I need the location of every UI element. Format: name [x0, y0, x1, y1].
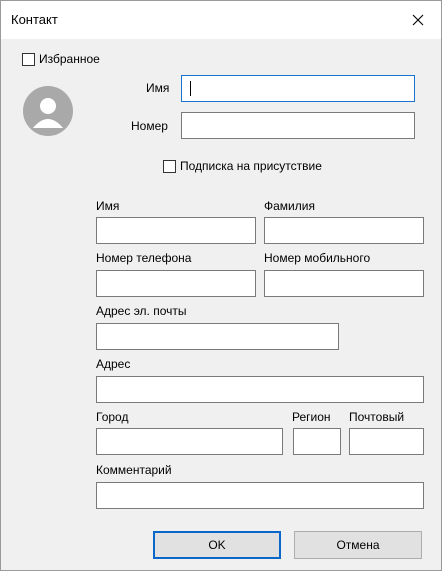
mobile-input[interactable] [264, 270, 424, 297]
ok-button-label: OK [208, 538, 226, 552]
last-name-label: Фамилия [264, 199, 315, 213]
last-name-input[interactable] [264, 217, 424, 244]
cancel-button-label: Отмена [336, 538, 380, 552]
presence-checkbox[interactable] [163, 160, 176, 173]
first-name-label: Имя [96, 199, 120, 213]
city-input[interactable] [96, 428, 283, 455]
postal-input[interactable] [349, 428, 424, 455]
city-label: Город [96, 410, 129, 424]
title-bar: Контакт [1, 1, 441, 39]
number-label: Номер [131, 119, 168, 133]
number-input[interactable] [181, 112, 415, 139]
name-label: Имя [146, 81, 170, 95]
name-input[interactable] [181, 75, 415, 102]
window-title: Контакт [11, 12, 58, 27]
close-icon [412, 14, 424, 26]
close-button[interactable] [395, 1, 441, 39]
phone-label: Номер телефона [96, 251, 192, 265]
phone-input[interactable] [96, 270, 256, 297]
region-input[interactable] [293, 428, 341, 455]
favorite-label: Избранное [39, 52, 100, 66]
contact-dialog: Контакт Избранное Имя Номер Подписка на … [0, 0, 442, 571]
text-caret [190, 81, 191, 96]
ok-button[interactable]: OK [153, 531, 281, 559]
first-name-input[interactable] [96, 217, 256, 244]
email-label: Адрес эл. почты [96, 304, 187, 318]
email-input[interactable] [96, 323, 339, 350]
region-label: Регион [292, 410, 331, 424]
cancel-button[interactable]: Отмена [294, 531, 422, 559]
comment-input[interactable] [96, 482, 424, 509]
address-label: Адрес [96, 357, 131, 371]
mobile-label: Номер мобильного [264, 251, 371, 265]
address-input[interactable] [96, 376, 424, 403]
postal-label: Почтовый [349, 410, 405, 424]
comment-label: Комментарий [96, 463, 172, 477]
favorite-checkbox[interactable] [22, 53, 35, 66]
user-avatar-icon [23, 86, 73, 136]
presence-label: Подписка на присутствие [180, 159, 322, 173]
